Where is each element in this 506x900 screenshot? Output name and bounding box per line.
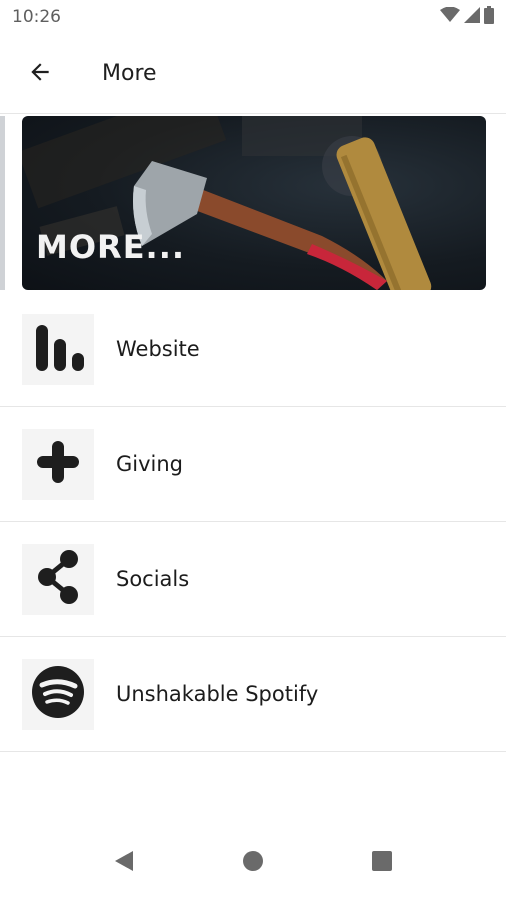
menu-icon-box bbox=[22, 659, 94, 730]
menu-list: Website Giving Socials Unshakable Spotif… bbox=[0, 292, 506, 752]
menu-item-website[interactable]: Website bbox=[0, 292, 506, 407]
nav-recents-button[interactable] bbox=[362, 843, 402, 883]
menu-item-label: Unshakable Spotify bbox=[116, 682, 319, 706]
menu-icon-box bbox=[22, 544, 94, 615]
home-circle-icon bbox=[242, 850, 264, 877]
menu-item-label: Giving bbox=[116, 452, 184, 476]
battery-icon bbox=[484, 5, 494, 29]
spotify-icon bbox=[31, 665, 85, 724]
status-icons bbox=[440, 5, 494, 29]
menu-icon-box bbox=[22, 314, 94, 385]
back-triangle-icon bbox=[113, 849, 135, 878]
menu-item-spotify[interactable]: Unshakable Spotify bbox=[0, 637, 506, 752]
previous-banner-edge bbox=[0, 116, 5, 290]
menu-item-socials[interactable]: Socials bbox=[0, 522, 506, 637]
arrow-back-icon bbox=[27, 59, 53, 90]
menu-item-label: Website bbox=[116, 337, 200, 361]
system-nav-bar bbox=[0, 826, 506, 900]
nav-home-button[interactable] bbox=[233, 843, 273, 883]
menu-icon-box bbox=[22, 429, 94, 500]
back-button[interactable] bbox=[22, 56, 58, 92]
banner-image[interactable]: MORE... bbox=[22, 116, 486, 290]
status-bar: 10:26 bbox=[0, 0, 506, 34]
bar-stats-icon bbox=[30, 321, 86, 378]
share-icon bbox=[35, 549, 81, 610]
recents-square-icon bbox=[371, 850, 393, 877]
page-title: More bbox=[102, 61, 157, 86]
wifi-icon bbox=[440, 6, 460, 28]
nav-back-button[interactable] bbox=[104, 843, 144, 883]
banner-title: MORE... bbox=[36, 228, 186, 266]
menu-item-giving[interactable]: Giving bbox=[0, 407, 506, 522]
cellular-signal-icon bbox=[464, 6, 480, 28]
status-time: 10:26 bbox=[12, 7, 61, 27]
app-bar: More bbox=[0, 34, 506, 114]
menu-item-label: Socials bbox=[116, 567, 190, 591]
plus-icon bbox=[33, 437, 83, 492]
